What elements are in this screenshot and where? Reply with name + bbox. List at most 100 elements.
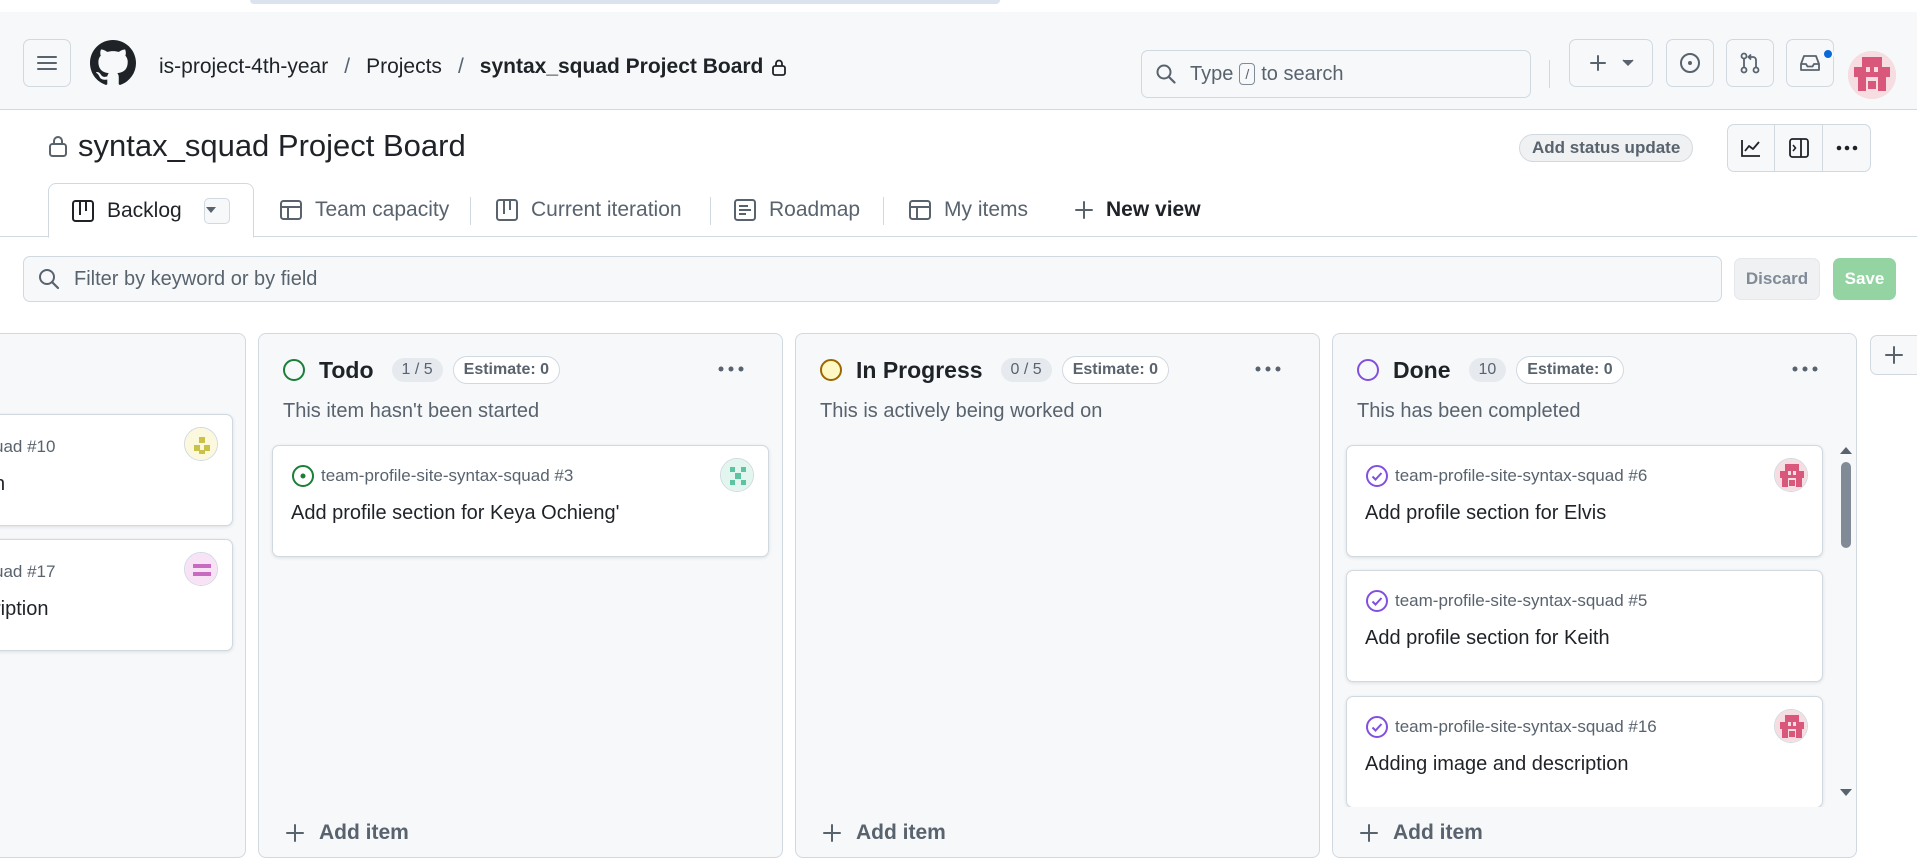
breadcrumb-projects[interactable]: Projects	[366, 55, 442, 79]
project-card[interactable]: team-profile-site-syntax-squad #5 Add pr…	[1346, 570, 1823, 682]
breadcrumb: is-project-4th-year / Projects / syntax_…	[159, 52, 787, 82]
tab-my-items[interactable]: My items	[908, 183, 1028, 237]
new-view-button[interactable]: New view	[1074, 183, 1201, 237]
column-estimate: Estimate: 0	[452, 356, 561, 384]
add-column-button[interactable]	[1870, 335, 1917, 375]
user-avatar[interactable]	[1848, 51, 1896, 99]
lock-icon	[772, 59, 787, 76]
card-reference[interactable]: team-profile-site-syntax-squad #6	[1395, 466, 1647, 486]
add-item-button[interactable]: Add item	[1359, 821, 1483, 845]
card-title[interactable]: Add profile section for Keya Ochieng'	[291, 502, 619, 525]
search-prefix: Type	[1190, 62, 1234, 85]
status-circle-icon	[1357, 359, 1379, 381]
project-card[interactable]: team-profile-site-syntax-squad #6 Add pr…	[1346, 445, 1823, 557]
scrollbar[interactable]	[1838, 444, 1854, 799]
breadcrumb-separator: /	[457, 55, 464, 78]
breadcrumb-org[interactable]: is-project-4th-year	[159, 55, 328, 79]
card-title[interactable]: n	[0, 473, 5, 496]
side-panel-button[interactable]	[1775, 124, 1823, 172]
card-reference[interactable]: uad #10	[0, 437, 55, 457]
tab-current-iteration[interactable]: Current iteration	[495, 183, 682, 237]
pull-requests-button[interactable]	[1726, 39, 1774, 87]
column-header: In Progress 0 / 5 Estimate: 0	[820, 356, 1170, 384]
card-title[interactable]: Add profile section for Keith	[1365, 627, 1610, 650]
github-logo-icon[interactable]	[90, 40, 136, 91]
lock-icon	[49, 136, 67, 157]
column-description: This item hasn't been started	[283, 400, 540, 422]
column-options-button[interactable]	[711, 354, 751, 384]
card-reference[interactable]: team-profile-site-syntax-squad #16	[1395, 717, 1657, 737]
browser-top-strip	[0, 0, 1917, 12]
column-count: 10	[1468, 358, 1507, 382]
plus-icon	[1360, 824, 1378, 842]
card-reference[interactable]: uad #17	[0, 562, 55, 582]
card-title[interactable]: Add profile section for Elvis	[1365, 502, 1606, 525]
discard-button[interactable]: Discard	[1734, 258, 1820, 300]
view-tabs: Backlog Team capacity Current iteration …	[0, 183, 1917, 238]
save-button[interactable]: Save	[1833, 258, 1896, 300]
column-name: In Progress	[856, 356, 983, 383]
git-pull-request-icon	[1740, 52, 1760, 74]
kebab-horizontal-icon	[1836, 145, 1857, 151]
column-options-button[interactable]	[1785, 354, 1825, 384]
issues-button[interactable]	[1666, 39, 1714, 87]
plus-icon	[1075, 201, 1093, 219]
project-card[interactable]: uad #17 ription	[0, 539, 233, 651]
project-toolbar	[1727, 124, 1871, 172]
filter-input[interactable]: Filter by keyword or by field	[23, 256, 1722, 302]
tab-roadmap[interactable]: Roadmap	[733, 183, 860, 237]
card-title[interactable]: ription	[0, 598, 48, 621]
assignee-avatar[interactable]	[184, 552, 218, 586]
scroll-indicator	[250, 0, 1000, 4]
project-card[interactable]: team-profile-site-syntax-squad #16 Addin…	[1346, 696, 1823, 807]
add-item-label: Add item	[856, 821, 946, 844]
card-reference-row: team-profile-site-syntax-squad #3	[291, 464, 573, 488]
card-reference[interactable]: team-profile-site-syntax-squad #3	[321, 466, 573, 486]
add-item-label: Add item	[319, 821, 409, 844]
more-options-button[interactable]	[1823, 124, 1871, 172]
project-title: syntax_squad Project Board	[78, 128, 466, 163]
column-options-button[interactable]	[1248, 354, 1288, 384]
add-item-button[interactable]: Add item	[285, 821, 409, 845]
board-column-in-progress: In Progress 0 / 5 Estimate: 0 This is ac…	[795, 333, 1320, 858]
assignee-avatar[interactable]	[720, 458, 754, 492]
column-count: 0 / 5	[1000, 358, 1052, 382]
tab-team-capacity[interactable]: Team capacity	[279, 183, 449, 237]
assignee-avatar[interactable]	[184, 427, 218, 461]
notification-indicator	[1822, 48, 1834, 60]
project-title-row: syntax_squad Project Board	[48, 128, 466, 164]
tab-label: Backlog	[107, 198, 182, 222]
view-options-button[interactable]	[203, 197, 230, 224]
inbox-icon	[1800, 55, 1820, 71]
assignee-avatar[interactable]	[1774, 458, 1808, 492]
hamburger-icon	[37, 56, 57, 70]
card-list[interactable]: team-profile-site-syntax-squad #6 Add pr…	[1333, 439, 1856, 807]
tab-divider	[883, 197, 884, 225]
board-icon	[496, 199, 518, 221]
breadcrumb-project[interactable]: syntax_squad Project Board	[480, 55, 764, 79]
kebab-horizontal-icon	[1255, 366, 1281, 372]
scroll-down-arrow-icon	[1840, 789, 1852, 796]
column-name: Todo	[319, 356, 374, 383]
inbox-button[interactable]	[1786, 39, 1834, 87]
new-view-label: New view	[1106, 198, 1201, 221]
tab-backlog[interactable]: Backlog	[48, 183, 254, 238]
project-card[interactable]: uad #10 n	[0, 414, 233, 526]
search-icon	[1156, 64, 1176, 84]
search-input[interactable]: Type / to search	[1141, 50, 1531, 98]
issue-closed-icon	[1366, 590, 1388, 612]
add-status-update-button[interactable]: Add status update	[1519, 134, 1694, 162]
search-suffix: to search	[1261, 62, 1344, 85]
scrollbar-thumb[interactable]	[1841, 462, 1851, 548]
add-item-button[interactable]: Add item	[822, 821, 946, 845]
menu-button[interactable]	[23, 39, 71, 87]
roadmap-icon	[734, 199, 756, 221]
card-title[interactable]: Adding image and description	[1365, 753, 1629, 776]
project-card[interactable]: team-profile-site-syntax-squad #3 Add pr…	[272, 445, 769, 557]
tab-divider	[470, 197, 471, 225]
assignee-avatar[interactable]	[1774, 709, 1808, 743]
create-new-button[interactable]	[1569, 39, 1653, 87]
card-reference-row: team-profile-site-syntax-squad #16	[1365, 715, 1657, 739]
insights-button[interactable]	[1727, 124, 1775, 172]
card-reference[interactable]: team-profile-site-syntax-squad #5	[1395, 591, 1647, 611]
